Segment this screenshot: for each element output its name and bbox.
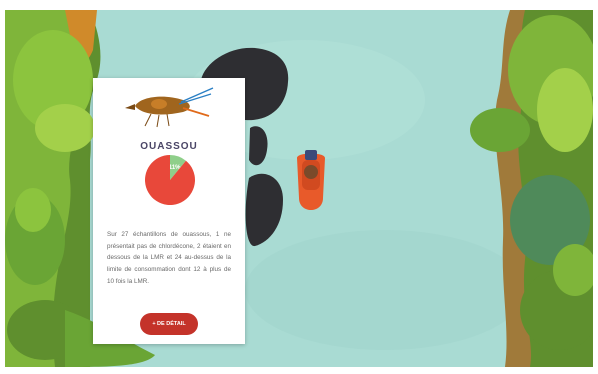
more-detail-button[interactable]: + DE DÉTAIL <box>140 313 198 335</box>
info-card: OUASSOU 11% Sur 27 échantillons de ouass… <box>93 78 245 344</box>
species-description: Sur 27 échantillons de ouassous, 1 ne pr… <box>107 231 231 285</box>
species-title: OUASSOU <box>140 141 198 152</box>
boat-icon <box>297 150 325 210</box>
contamination-pie-chart: 11% <box>145 155 195 205</box>
pie-slice <box>145 155 195 205</box>
crayfish-illustration <box>125 87 214 128</box>
